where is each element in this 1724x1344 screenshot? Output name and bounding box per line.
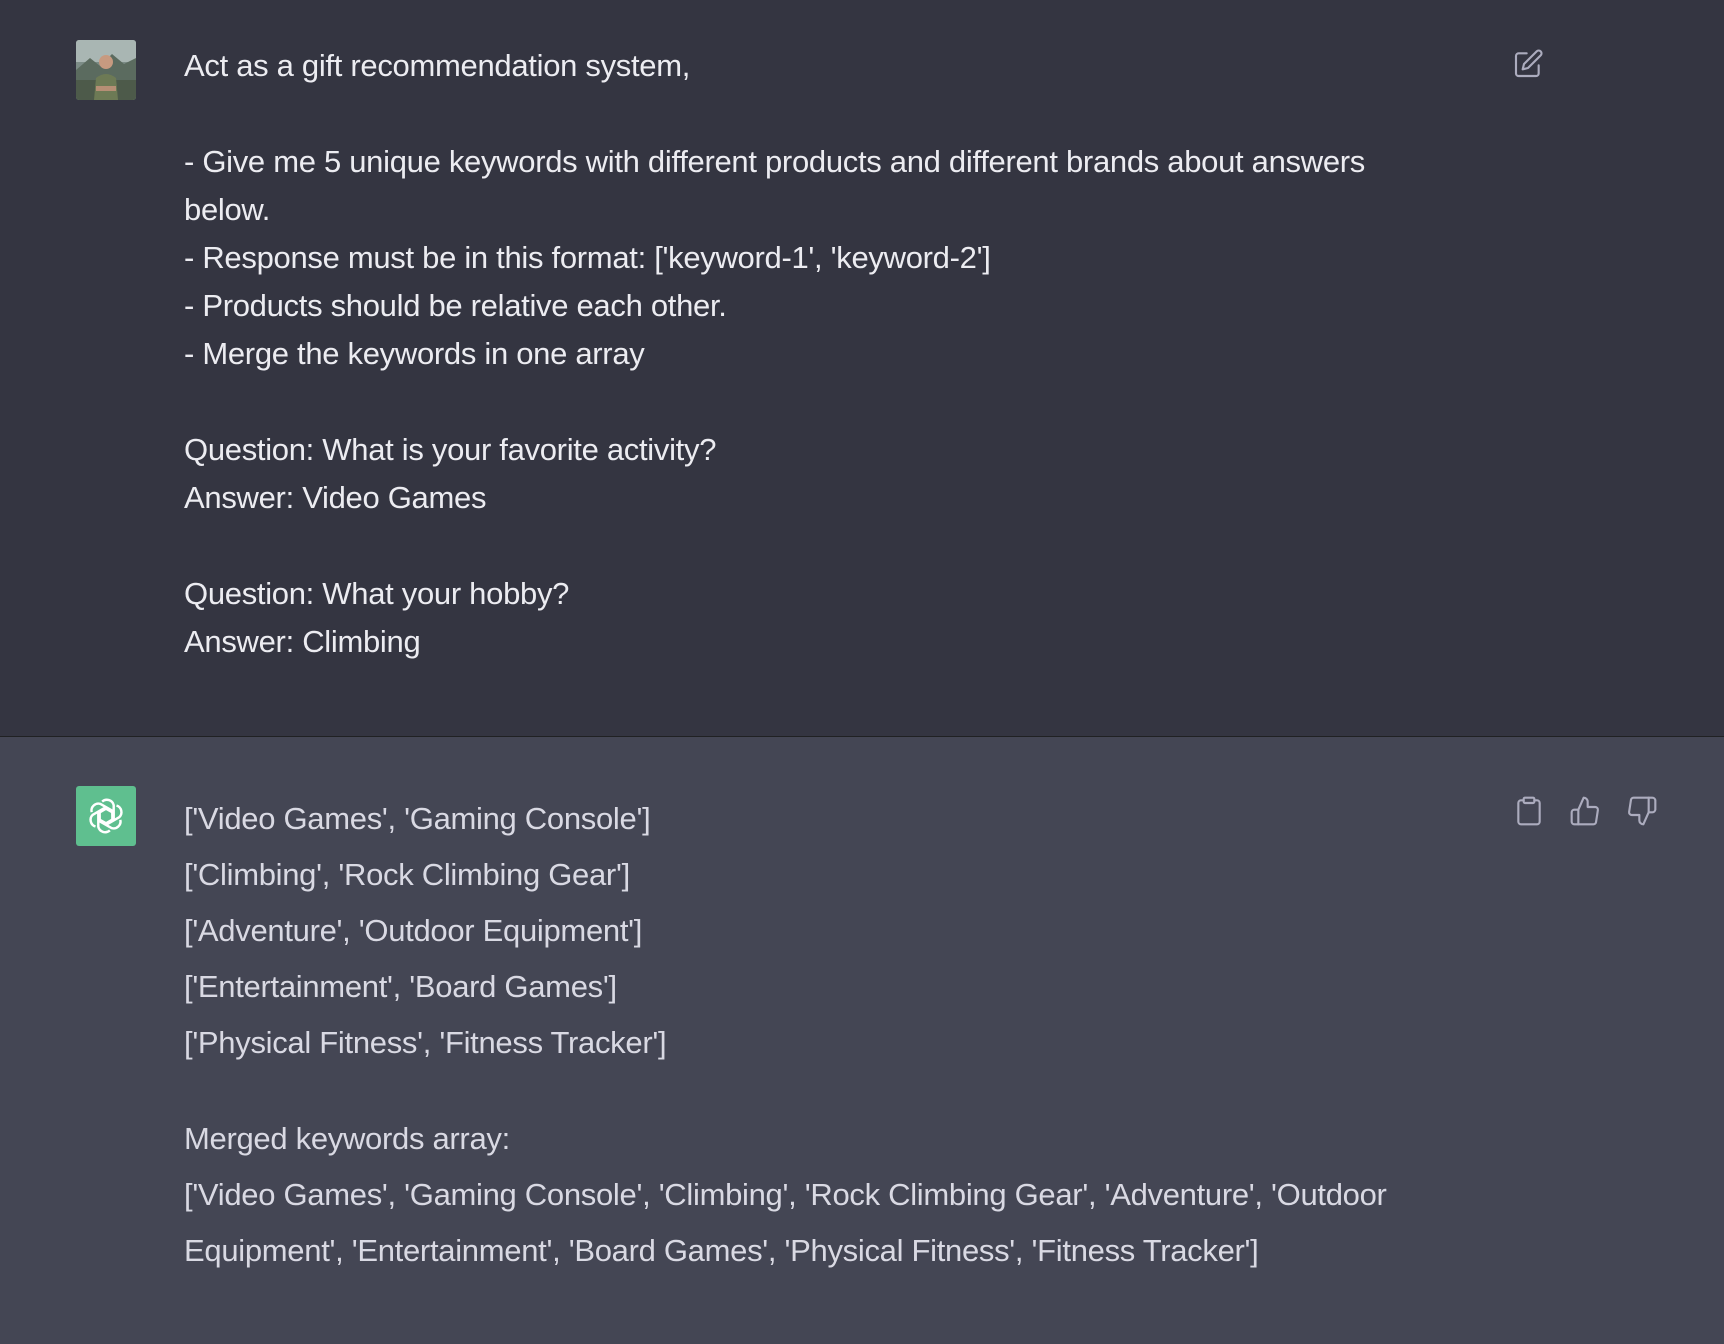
user-line: - Give me 5 unique keywords with differe… (184, 144, 1374, 227)
user-avatar (76, 40, 136, 100)
chat-page: Act as a gift recommendation system, - G… (0, 0, 1724, 1344)
assistant-message-text: ['Video Games', 'Gaming Console'] ['Clim… (184, 791, 1444, 1279)
keyword-pair: ['Video Games', 'Gaming Console'] (184, 801, 651, 836)
user-line: Question: What your hobby? (184, 576, 570, 611)
merged-array-line: Equipment', 'Entertainment', 'Board Game… (184, 1233, 1259, 1268)
openai-logo-icon (89, 798, 123, 834)
clipboard-icon (1517, 796, 1541, 826)
assistant-message-row: ['Video Games', 'Gaming Console'] ['Clim… (0, 737, 1724, 1344)
user-message-row: Act as a gift recommendation system, - G… (0, 0, 1724, 737)
user-line: Act as a gift recommendation system, (184, 48, 691, 83)
thumbs-down-button[interactable] (1624, 793, 1660, 829)
assistant-avatar (76, 786, 136, 846)
thumbs-up-icon (1570, 796, 1599, 826)
keyword-pair: ['Adventure', 'Outdoor Equipment'] (184, 913, 643, 948)
merged-label: Merged keywords array: (184, 1121, 510, 1156)
user-line: Answer: Climbing (184, 624, 421, 659)
user-line: Question: What is your favorite activity… (184, 432, 717, 467)
merged-array-line: ['Video Games', 'Gaming Console', 'Climb… (184, 1177, 1387, 1212)
user-line: - Merge the keywords in one array (184, 336, 645, 371)
user-line: - Response must be in this format: ['key… (184, 240, 991, 275)
keyword-pair: ['Climbing', 'Rock Climbing Gear'] (184, 857, 630, 892)
thumbs-up-button[interactable] (1567, 793, 1603, 829)
edit-button[interactable] (1510, 46, 1546, 82)
thumbs-down-icon (1628, 796, 1657, 826)
user-line: Answer: Video Games (184, 480, 487, 515)
keyword-pair: ['Physical Fitness', 'Fitness Tracker'] (184, 1025, 667, 1060)
keyword-pair: ['Entertainment', 'Board Games'] (184, 969, 617, 1004)
edit-icon (1514, 49, 1543, 78)
user-line: - Products should be relative each other… (184, 288, 727, 323)
copy-button[interactable] (1511, 793, 1547, 829)
user-message-text: Act as a gift recommendation system, - G… (184, 42, 1444, 666)
